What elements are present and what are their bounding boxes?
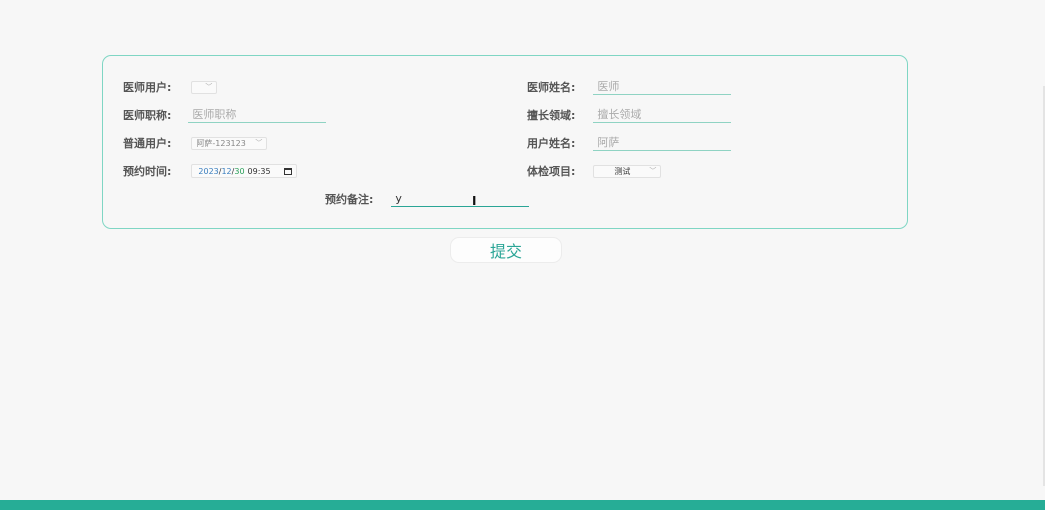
exam-item-row: 体检项目: 测试 ﹀ — [527, 162, 662, 180]
normal-user-select[interactable]: 阿萨-123123 ﹀ — [191, 136, 268, 150]
calendar-icon[interactable] — [284, 167, 293, 175]
appointment-time-row: 预约时间: 2023/12/30 09:35 — [123, 162, 298, 180]
submit-button[interactable]: 提交 — [450, 237, 562, 263]
appointment-page: 医师用户: ﹀ 医师姓名: 医师职称: 擅长领域: 普通用户: 阿萨-12312… — [0, 0, 1045, 510]
appointment-datetime-input[interactable]: 2023/12/30 09:35 — [191, 164, 298, 178]
doctor-user-label: 医师用户: — [123, 81, 172, 94]
remark-row: 预约备注: — [325, 190, 530, 208]
chevron-down-icon: ﹀ — [649, 167, 657, 175]
footer-bar — [0, 500, 1045, 510]
chevron-down-icon: ﹀ — [255, 139, 263, 147]
remark-label: 预约备注: — [325, 193, 374, 206]
doctor-user-row: 医师用户: ﹀ — [123, 78, 218, 96]
remark-field[interactable] — [391, 191, 530, 207]
doctor-title-row: 医师职称: — [123, 106, 327, 124]
specialty-label: 擅长领域: — [527, 109, 576, 122]
doctor-name-field[interactable] — [593, 79, 732, 95]
chevron-down-icon: ﹀ — [205, 83, 213, 91]
doctor-name-row: 医师姓名: — [527, 78, 732, 96]
user-name-row: 用户姓名: — [527, 134, 732, 152]
doctor-title-label: 医师职称: — [123, 109, 172, 122]
exam-item-label: 体检项目: — [527, 165, 576, 178]
date-day: 30 — [234, 166, 245, 176]
exam-item-select[interactable]: 测试 ﹀ — [593, 164, 662, 178]
doctor-name-label: 医师姓名: — [527, 81, 576, 94]
normal-user-label: 普通用户: — [123, 137, 172, 150]
user-name-label: 用户姓名: — [527, 137, 576, 150]
date-time: 09:35 — [247, 166, 271, 176]
normal-user-selected: 阿萨-123123 — [196, 138, 246, 148]
exam-item-selected: 测试 — [614, 166, 631, 176]
specialty-row: 擅长领域: — [527, 106, 732, 124]
normal-user-row: 普通用户: 阿萨-123123 ﹀ — [123, 134, 268, 152]
doctor-title-field[interactable] — [188, 107, 327, 123]
doctor-user-select[interactable]: ﹀ — [191, 80, 218, 94]
date-month: 12 — [221, 166, 232, 176]
appointment-time-label: 预约时间: — [123, 165, 172, 178]
appointment-form-card: 医师用户: ﹀ 医师姓名: 医师职称: 擅长领域: 普通用户: 阿萨-12312… — [102, 55, 908, 229]
specialty-field[interactable] — [593, 107, 732, 123]
date-year: 2023 — [198, 166, 219, 176]
user-name-field[interactable] — [593, 135, 732, 151]
